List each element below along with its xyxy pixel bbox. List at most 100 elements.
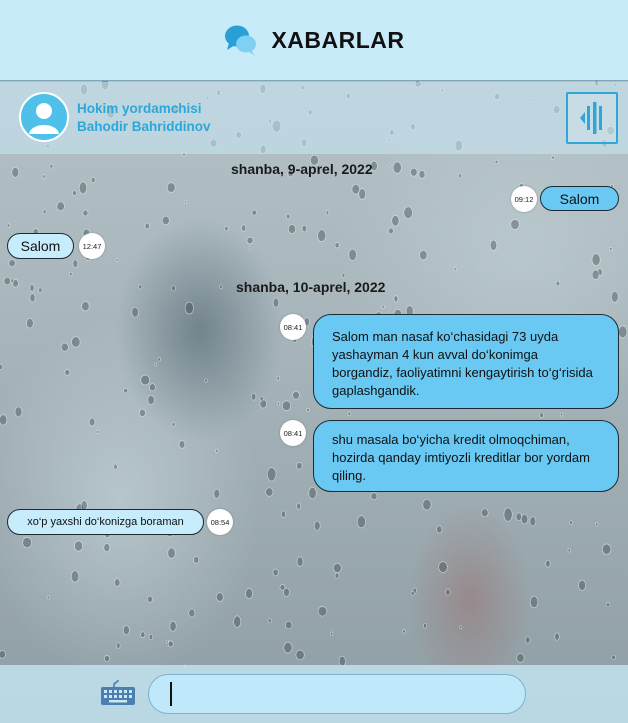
raindrop — [423, 622, 428, 629]
raindrop — [296, 556, 304, 567]
outgoing-message[interactable]: Salom — [540, 186, 619, 211]
raindrop — [445, 588, 451, 596]
outgoing-message[interactable]: shu masala bo‘yicha kredit olmoqchiman, … — [313, 420, 619, 492]
collapse-panel-icon — [580, 102, 602, 134]
raindrop — [279, 584, 286, 591]
raindrop — [341, 272, 346, 278]
raindrop — [595, 522, 599, 527]
raindrop — [329, 631, 334, 636]
raindrop — [122, 625, 130, 636]
raindrop — [276, 375, 280, 381]
raindrop — [167, 640, 174, 648]
raindrop — [402, 629, 406, 634]
raindrop — [308, 486, 317, 500]
raindrop — [259, 396, 265, 402]
raindrop — [38, 287, 43, 293]
raindrop — [167, 547, 176, 559]
raindrop — [494, 159, 499, 164]
raindrop — [169, 620, 177, 632]
raindrop — [391, 215, 400, 227]
raindrop — [8, 259, 16, 268]
raindrop — [265, 487, 274, 497]
raindrop — [317, 229, 327, 242]
raindrop — [410, 590, 416, 596]
raindrop — [529, 595, 539, 609]
raindrop — [516, 653, 525, 663]
date-divider: shanba, 9-aprel, 2022 — [231, 161, 373, 177]
raindrop — [578, 579, 587, 591]
raindrop — [170, 285, 176, 292]
raindrop — [241, 224, 247, 232]
raindrop — [215, 592, 224, 602]
raindrop — [88, 417, 96, 427]
raindrop — [64, 369, 71, 376]
keyboard-icon[interactable] — [100, 678, 136, 706]
raindrop — [46, 595, 51, 600]
raindrop — [272, 568, 279, 577]
raindrop — [95, 430, 100, 434]
raindrop — [3, 276, 12, 286]
raindrop — [403, 206, 413, 219]
raindrop — [184, 301, 194, 315]
raindrop — [215, 448, 219, 453]
message-time: 12:47 — [79, 233, 105, 259]
raindrop — [301, 224, 308, 233]
raindrop — [72, 259, 79, 268]
incoming-message[interactable]: Salom — [7, 233, 74, 259]
raindrop — [555, 280, 561, 287]
raindrop — [410, 167, 418, 177]
raindrop — [529, 516, 537, 527]
raindrop — [559, 412, 564, 417]
raindrop — [313, 520, 321, 531]
raindrop — [266, 467, 277, 482]
user-avatar-icon[interactable] — [19, 92, 69, 142]
raindrop — [370, 492, 378, 501]
raindrop — [280, 510, 287, 518]
raindrop — [325, 210, 330, 216]
message-input[interactable] — [148, 674, 526, 714]
message-time: 08:54 — [207, 509, 233, 535]
raindrop — [69, 271, 73, 277]
raindrop — [131, 306, 139, 318]
contact-bar: Hokim yordamchisi Bahodir Bahriddinov — [0, 82, 628, 154]
app-header: XABARLAR — [0, 0, 628, 81]
chat-bubbles-icon — [225, 25, 257, 56]
raindrop — [348, 248, 357, 261]
raindrop — [358, 188, 367, 200]
raindrop — [14, 406, 23, 418]
raindrop — [567, 548, 571, 553]
raindrop — [60, 342, 69, 352]
raindrop — [116, 642, 121, 649]
raindrop — [387, 227, 394, 235]
raindrop — [147, 395, 155, 405]
contact-full-name: Bahodir Bahriddinov — [77, 119, 211, 134]
raindrop — [418, 170, 426, 179]
raindrop — [178, 440, 186, 449]
raindrop — [248, 246, 252, 250]
raindrop — [539, 412, 544, 418]
raindrop — [70, 570, 80, 583]
raindrop — [356, 515, 366, 529]
raindrop — [26, 318, 34, 329]
raindrop — [0, 363, 4, 371]
raindrop — [438, 561, 448, 573]
raindrop — [296, 502, 302, 510]
raindrop — [276, 401, 280, 406]
outgoing-message[interactable]: Salom man nasaf ko‘chasidagi 73 uyda yas… — [313, 314, 619, 409]
raindrop — [115, 258, 119, 262]
incoming-message[interactable]: xo‘p yaxshi do‘konizga boraman — [7, 509, 204, 535]
raindrop — [140, 631, 146, 638]
raindrop — [251, 209, 258, 216]
raindrop — [306, 408, 310, 413]
raindrop — [545, 559, 551, 568]
collapse-panel-button[interactable] — [566, 92, 618, 144]
raindrop — [42, 174, 46, 179]
raindrop — [296, 462, 303, 470]
contact-role: Hokim yordamchisi — [77, 101, 202, 116]
raindrop — [103, 543, 111, 553]
raindrop — [184, 200, 187, 205]
raindrop — [392, 161, 402, 174]
raindrop — [56, 201, 65, 211]
raindrop — [419, 249, 428, 261]
raindrop — [286, 213, 291, 220]
